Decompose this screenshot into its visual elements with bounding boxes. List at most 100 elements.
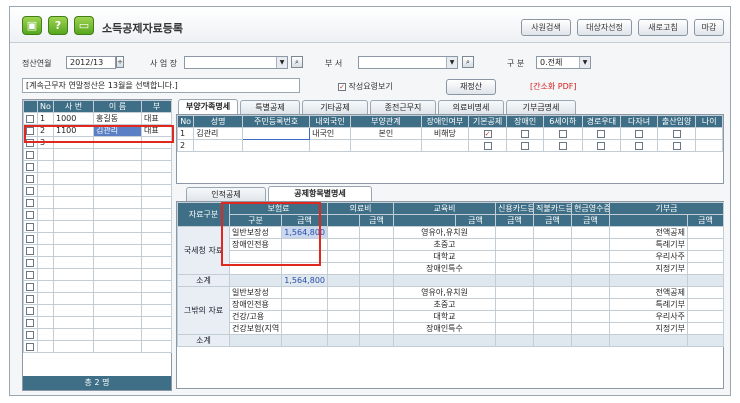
checkbox-icon[interactable] (635, 129, 644, 138)
checkbox-icon[interactable] (26, 198, 34, 207)
table-row[interactable]: 장애인전용 초중고 특례기부 (178, 238, 724, 251)
monitor-icon[interactable]: ▣ (22, 16, 42, 35)
checkbox-icon[interactable] (26, 162, 34, 171)
guide-checkbox[interactable]: ✓ 작성요령보기 (338, 81, 393, 92)
table-row[interactable] (23, 256, 172, 269)
table-row[interactable]: 장애인전용 초중고 특례기부 (178, 298, 724, 311)
table-row[interactable] (23, 172, 172, 185)
tab-other-deduction[interactable]: 기타공제 (302, 100, 368, 114)
checkbox-icon[interactable] (521, 141, 530, 150)
table-row[interactable] (23, 292, 172, 305)
app-window: ▣ ? ▭ 소득공제자료등록 사원검색 대상자선정 새로고침 마감 정산연월 2… (9, 6, 731, 396)
table-row[interactable] (23, 220, 172, 233)
employee-search-button[interactable]: 사원검색 (521, 19, 571, 36)
table-row[interactable] (23, 280, 172, 293)
table-row[interactable] (23, 304, 172, 317)
site-label: 사 업 장 (150, 59, 178, 68)
table-row[interactable]: 장애인특수 지정기부 (178, 262, 724, 275)
checkbox-icon[interactable] (26, 222, 34, 231)
select-target-button[interactable]: 대상자선정 (577, 19, 632, 36)
checkbox-icon[interactable] (483, 141, 492, 150)
checkbox-icon[interactable] (26, 174, 34, 183)
checkbox-icon[interactable] (26, 306, 34, 315)
col-cash-receipt: 현금영수증 (571, 202, 610, 215)
table-row[interactable]: 3 (23, 136, 172, 149)
checkbox-icon[interactable] (558, 129, 567, 138)
checkbox-icon[interactable] (26, 246, 34, 255)
tab-personal-deduction[interactable]: 인적공제 (186, 187, 266, 201)
checkbox-icon[interactable] (597, 141, 606, 150)
pdf-link[interactable]: [간소화 PDF] (530, 81, 576, 92)
tab-special-deduction[interactable]: 특별공제 (240, 100, 300, 114)
table-row[interactable]: 1 김관리 내국인 본인 비해당 ✓ (176, 127, 723, 140)
checkbox-icon[interactable] (26, 342, 34, 351)
checkbox-icon[interactable] (26, 258, 34, 267)
table-row[interactable] (23, 268, 172, 281)
table-row[interactable] (23, 184, 172, 197)
period-spin-icon[interactable]: ÷ (116, 56, 124, 68)
dept-search-icon[interactable]: ⌕ (462, 56, 474, 68)
checkbox-icon[interactable] (26, 126, 34, 135)
checkbox-icon[interactable] (672, 129, 681, 138)
checkbox-icon[interactable]: ✓ (483, 129, 492, 138)
tab-deduction-detail[interactable]: 공제항목별명세 (268, 186, 372, 201)
division-select[interactable]: 0.전체 ▼ (536, 56, 591, 69)
checkbox-icon[interactable] (26, 294, 34, 303)
checkbox-icon[interactable] (635, 141, 644, 150)
chevron-down-icon[interactable]: ▼ (579, 57, 590, 68)
checkbox-icon[interactable] (26, 234, 34, 243)
help-icon[interactable]: ? (48, 16, 68, 35)
dept-select[interactable]: ▼ (358, 56, 458, 69)
table-row[interactable] (23, 316, 172, 329)
close-period-button[interactable]: 마감 (694, 19, 724, 36)
checkbox-icon[interactable] (26, 138, 34, 147)
col-debit-card: 직불카드등 (533, 202, 572, 215)
table-row[interactable] (23, 232, 172, 245)
checkbox-icon[interactable] (672, 141, 681, 150)
chevron-down-icon[interactable]: ▼ (446, 57, 457, 68)
checkbox-icon[interactable] (26, 282, 34, 291)
tab-family[interactable]: 부양가족명세 (178, 99, 238, 114)
checkbox-icon[interactable] (521, 129, 530, 138)
checkbox-icon[interactable] (26, 186, 34, 195)
table-row-selected[interactable]: 2 1100 김관리 대표 (23, 124, 172, 137)
screen-icon[interactable]: ▭ (74, 16, 94, 35)
checkbox-icon[interactable] (26, 150, 34, 159)
checkbox-icon[interactable] (26, 210, 34, 219)
checkbox-icon[interactable] (597, 129, 606, 138)
tab-donation[interactable]: 기부금명세 (506, 100, 576, 114)
table-row[interactable]: 국세청 자료 일반보장성 1,564,800 영유아,유치원 전액공제 (177, 226, 724, 275)
table-row[interactable]: 건강보험(지역 장애인특수 지정기부 (178, 322, 724, 335)
window-title: 소득공제자료등록 (102, 22, 183, 35)
table-row[interactable]: 대학교 우리사주 (178, 250, 724, 263)
site-search-icon[interactable]: ⌕ (291, 56, 303, 68)
tab-previous-work[interactable]: 종전근무지 (370, 100, 436, 114)
site-select[interactable]: ▼ (184, 56, 288, 69)
table-row[interactable] (23, 340, 172, 353)
col-education: 교육비 (393, 202, 496, 215)
period-input[interactable]: 2012/13 (66, 56, 116, 69)
checkbox-icon[interactable] (26, 318, 34, 327)
table-row[interactable]: 1 1000 홍길동 대표 (23, 112, 172, 125)
recalc-button[interactable]: 재정산 (446, 79, 496, 95)
table-row[interactable]: 건강/고용 대학교 우리사주 (178, 310, 724, 323)
title-bar: ▣ ? ▭ 소득공제자료등록 사원검색 대상자선정 새로고침 마감 (10, 7, 730, 43)
table-row[interactable] (23, 244, 172, 257)
chevron-down-icon[interactable]: ▼ (276, 57, 287, 68)
table-row[interactable]: 2 (176, 139, 723, 152)
subtotal-row: 소계 1,564,800 (177, 274, 724, 287)
tab-medical[interactable]: 의료비명세 (438, 100, 504, 114)
table-row[interactable] (23, 160, 172, 173)
checkbox-icon[interactable] (26, 330, 34, 339)
table-row[interactable]: 그밖의 자료 일반보장성 영유아,유치원 전액공제 (177, 286, 724, 335)
table-row[interactable] (23, 328, 172, 341)
table-row[interactable] (23, 196, 172, 209)
table-row[interactable] (23, 208, 172, 221)
checkbox-icon[interactable] (26, 270, 34, 279)
checkbox-icon[interactable]: ✓ (338, 82, 346, 91)
checkbox-icon[interactable] (558, 141, 567, 150)
dept-label: 부 서 (325, 59, 343, 68)
table-row[interactable] (23, 148, 172, 161)
checkbox-icon[interactable] (26, 114, 34, 123)
refresh-button[interactable]: 새로고침 (638, 19, 688, 36)
